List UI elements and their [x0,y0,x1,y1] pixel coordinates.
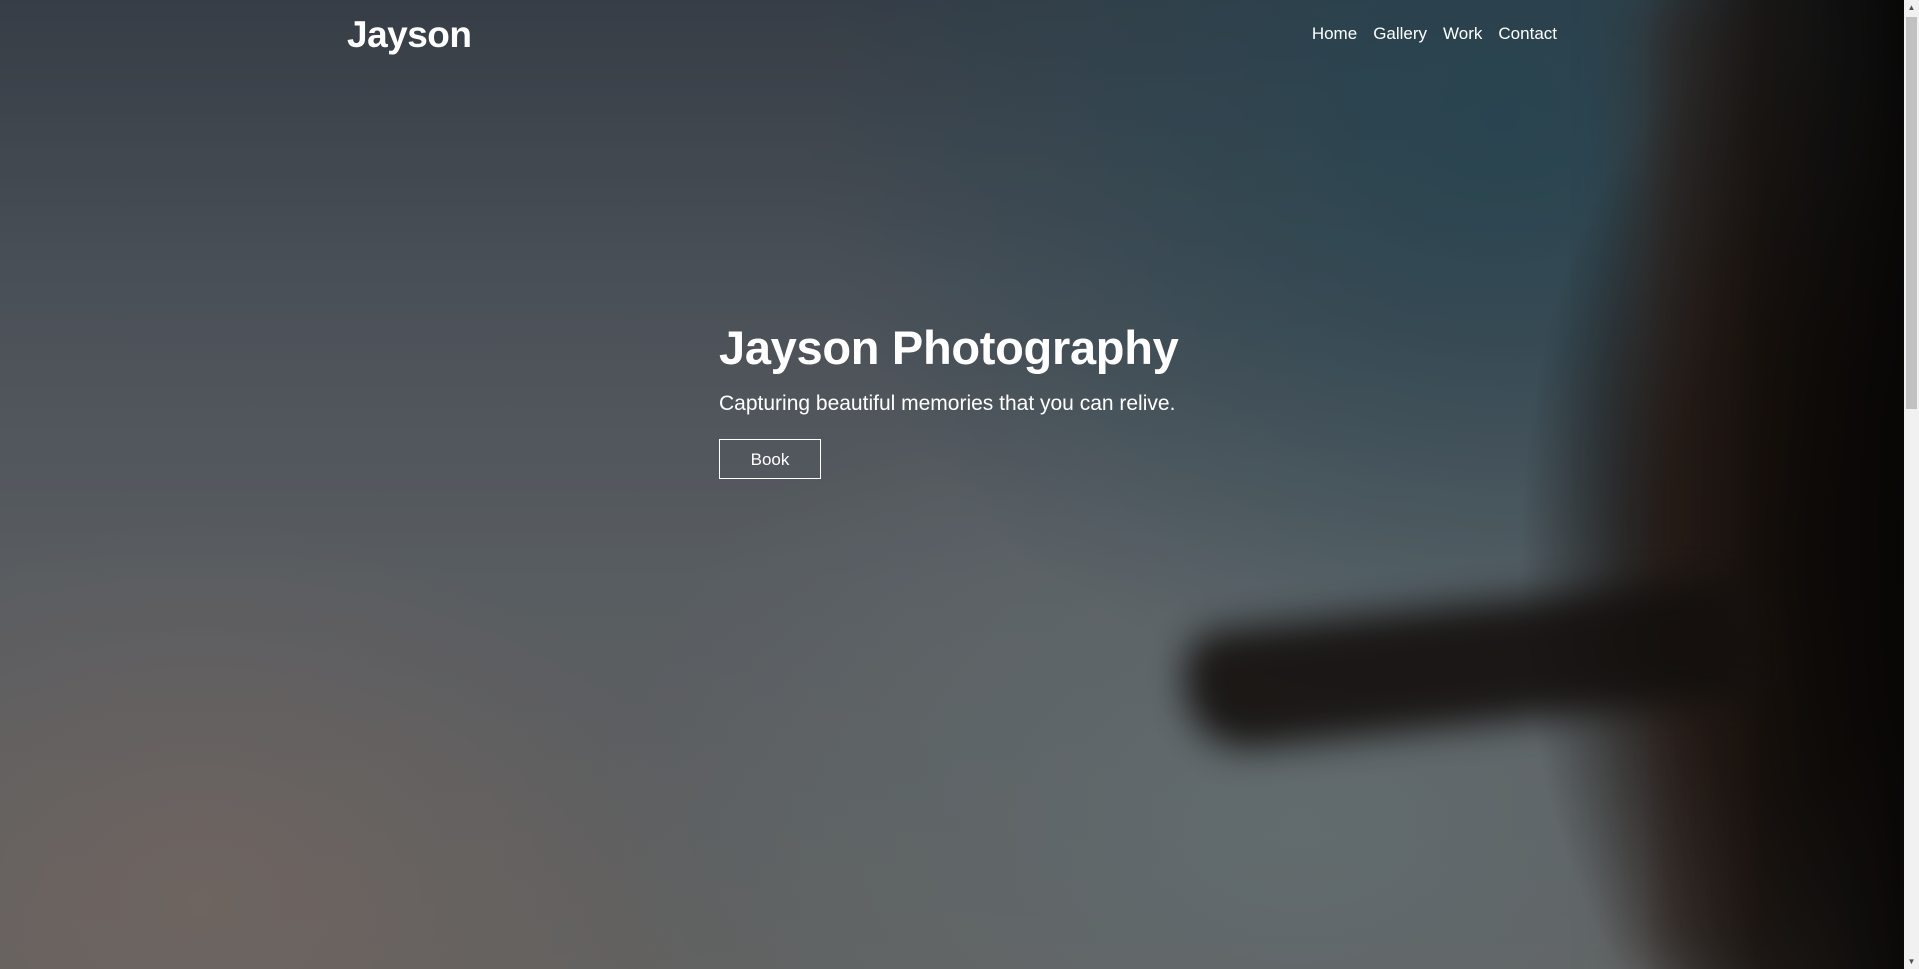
chevron-up-icon[interactable]: ▲ [1904,0,1919,15]
main-nav: Home Gallery Work Contact [1312,24,1557,44]
nav-item-work[interactable]: Work [1443,24,1482,44]
background-overlay [0,0,1904,969]
hero-title: Jayson Photography [719,321,1179,374]
chevron-down-icon[interactable]: ▼ [1904,954,1919,969]
vertical-scrollbar[interactable]: ▲ ▼ [1904,0,1919,969]
nav-item-contact[interactable]: Contact [1498,24,1557,44]
scrollbar-thumb[interactable] [1906,17,1917,409]
hero-subtitle: Capturing beautiful memories that you ca… [719,392,1176,415]
hero-background: Jayson Home Gallery Work Contact Jayson … [0,0,1904,969]
nav-item-gallery[interactable]: Gallery [1373,24,1427,44]
book-button[interactable]: Book [719,439,821,479]
nav-item-home[interactable]: Home [1312,24,1357,44]
site-header: Jayson Home Gallery Work Contact [347,0,1557,72]
brand-logo[interactable]: Jayson [347,14,472,56]
hero-section: Jayson Photography Capturing beautiful m… [719,318,1239,479]
